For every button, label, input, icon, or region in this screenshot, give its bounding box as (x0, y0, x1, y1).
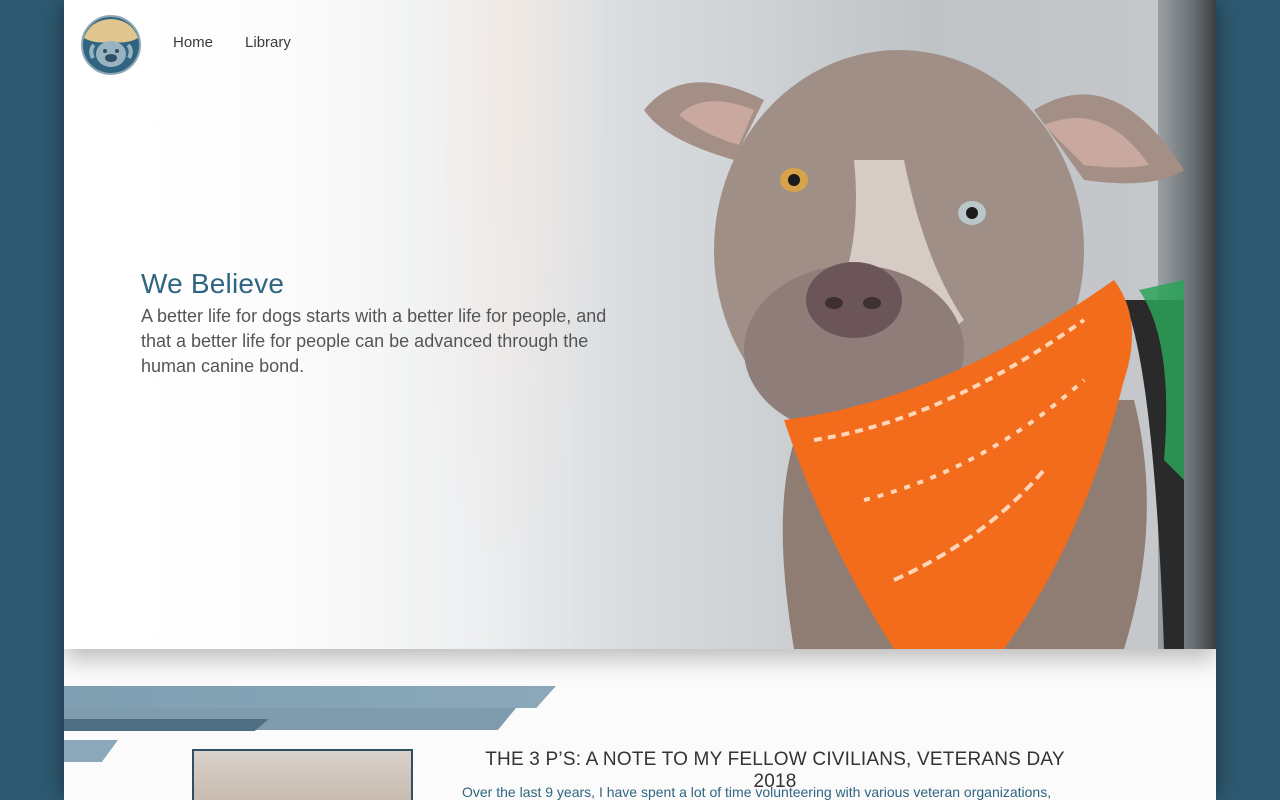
dog-logo-icon[interactable] (80, 14, 142, 76)
decorative-stripe (64, 686, 556, 708)
main-nav: Home Library (173, 34, 291, 51)
hero-body: A better life for dogs starts with a bet… (141, 306, 607, 376)
dog-photo (644, 50, 1184, 649)
nav-library-link[interactable]: Library (245, 34, 291, 51)
decorative-stripe (64, 719, 269, 731)
page-container: Home Library We Believe A better life fo… (64, 0, 1216, 800)
nav-home-link[interactable]: Home (173, 34, 213, 51)
post-thumbnail[interactable] (192, 749, 413, 800)
hero-banner: Home Library We Believe A better life fo… (64, 0, 1216, 649)
hero-heading: We Believe (141, 268, 285, 299)
decorative-stripe (64, 740, 118, 762)
hero-text-block: We Believe A better life for dogs starts… (141, 268, 611, 379)
post-excerpt: Over the last 9 years, I have spent a lo… (462, 784, 1052, 800)
